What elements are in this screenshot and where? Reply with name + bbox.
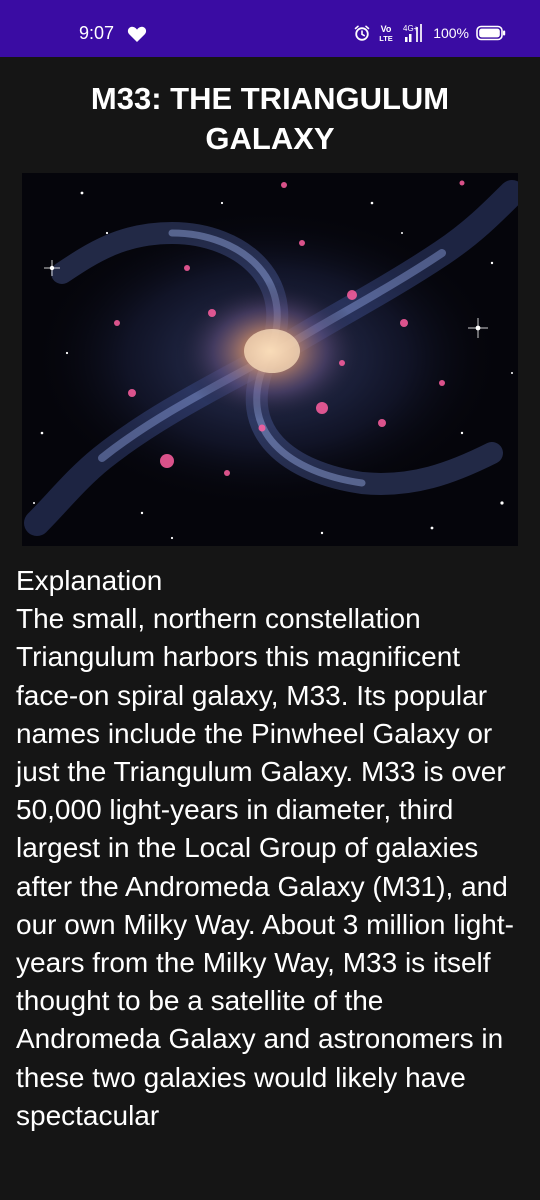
galaxy-image	[22, 173, 518, 546]
explanation-text: The small, northern constellation Triang…	[16, 603, 514, 1131]
page-title: M33: THE TRIANGULUM GALAXY	[90, 81, 450, 156]
volte-label-top: Vo	[381, 24, 392, 34]
battery-percent: 100%	[433, 25, 469, 41]
status-bar: 9:07 Vo LTE 4G+ 100%	[0, 0, 540, 57]
heart-icon	[127, 26, 147, 42]
status-time: 9:07	[79, 23, 115, 43]
battery-icon	[476, 25, 506, 41]
alarm-icon	[354, 25, 370, 41]
status-icons: Vo LTE 4G+ 100%	[354, 20, 506, 46]
article-body: Explanation The small, northern constell…	[16, 562, 528, 1135]
signal-icon: 4G+	[403, 24, 423, 42]
volte-icon: Vo LTE	[379, 24, 393, 43]
article-content[interactable]: M33: THE TRIANGULUM GALAXY Explanation T…	[0, 57, 540, 1200]
explanation-heading: Explanation	[16, 565, 163, 596]
volte-label-bottom: LTE	[379, 34, 393, 43]
